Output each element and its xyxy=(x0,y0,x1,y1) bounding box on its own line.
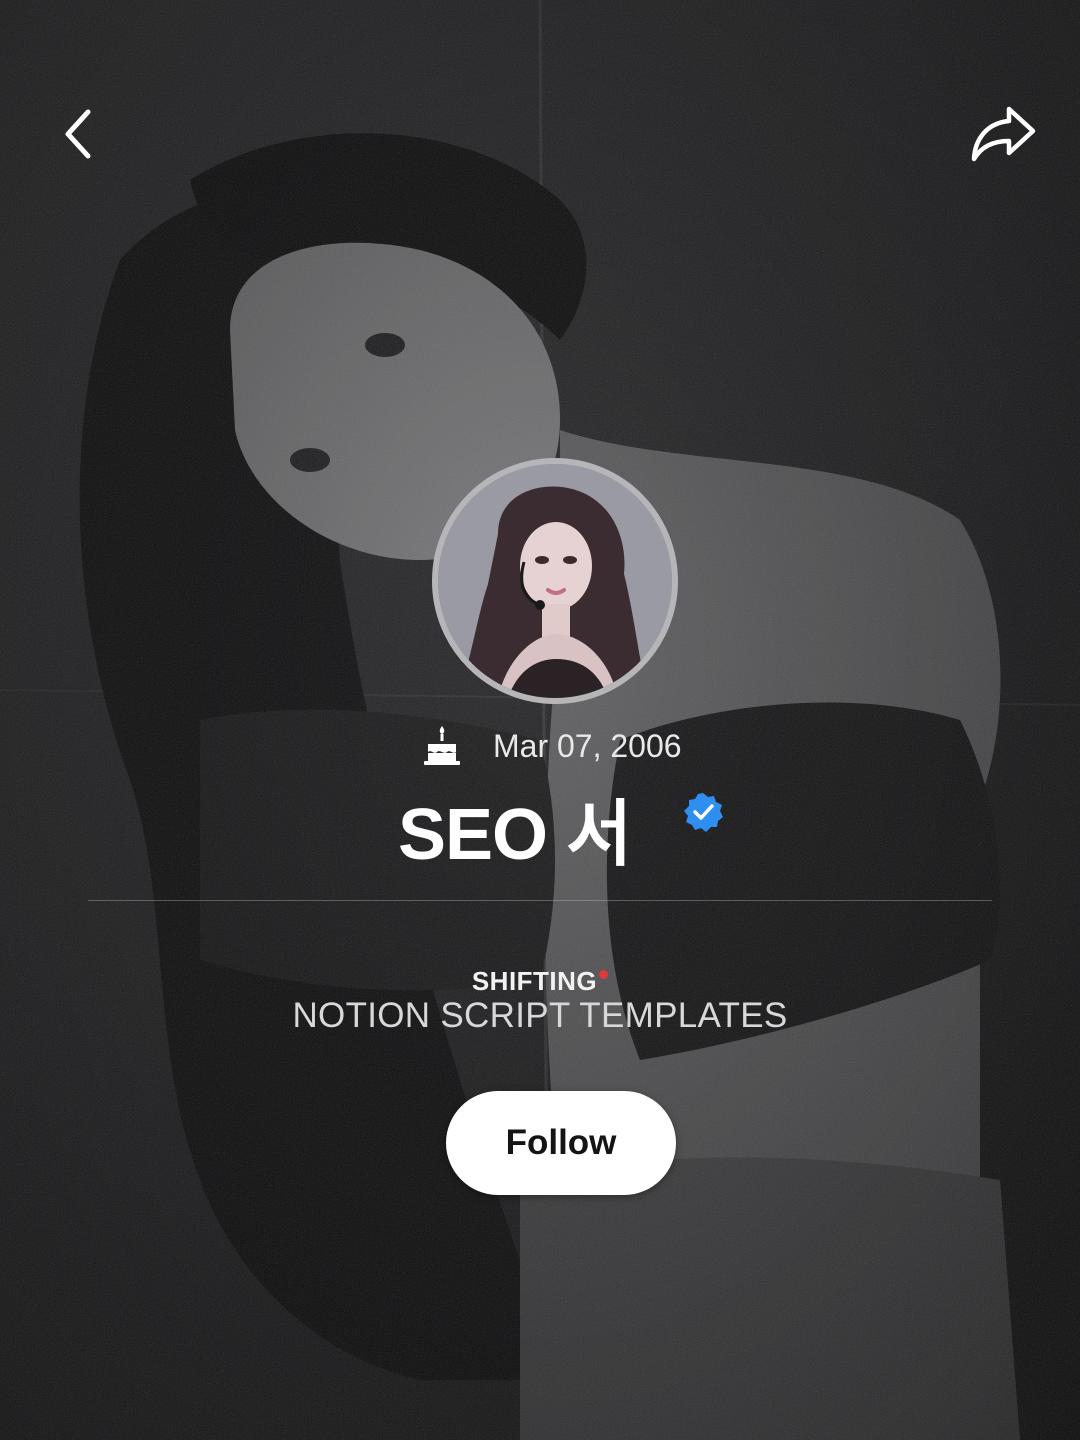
red-dot-icon xyxy=(599,970,609,979)
chevron-left-icon xyxy=(65,109,91,159)
avatar-image xyxy=(438,464,672,698)
name-row: SEO 서 xyxy=(0,775,1080,875)
birthday-date: Mar 07, 2006 xyxy=(493,728,682,764)
bio-title-row: SHIFTING xyxy=(0,966,1080,997)
profile-screen: Mar 07, 2006 SEO 서 SHIFTING NOTION SCRIP… xyxy=(0,0,1080,1440)
avatar[interactable] xyxy=(432,458,678,704)
divider xyxy=(88,900,992,901)
display-name: SEO 서 xyxy=(398,795,632,875)
bio-subtitle: NOTION SCRIPT TEMPLATES xyxy=(292,996,788,1035)
background-photo xyxy=(0,0,1080,1440)
share-button[interactable] xyxy=(966,96,1042,172)
bio-title: SHIFTING xyxy=(471,966,598,996)
back-button[interactable] xyxy=(40,96,116,172)
verified-badge-icon xyxy=(684,793,723,832)
follow-button[interactable]: Follow xyxy=(446,1091,676,1195)
share-arrow-icon xyxy=(971,106,1036,162)
cake-icon xyxy=(424,726,460,765)
birthday-row: Mar 07, 2006 xyxy=(0,722,1080,772)
